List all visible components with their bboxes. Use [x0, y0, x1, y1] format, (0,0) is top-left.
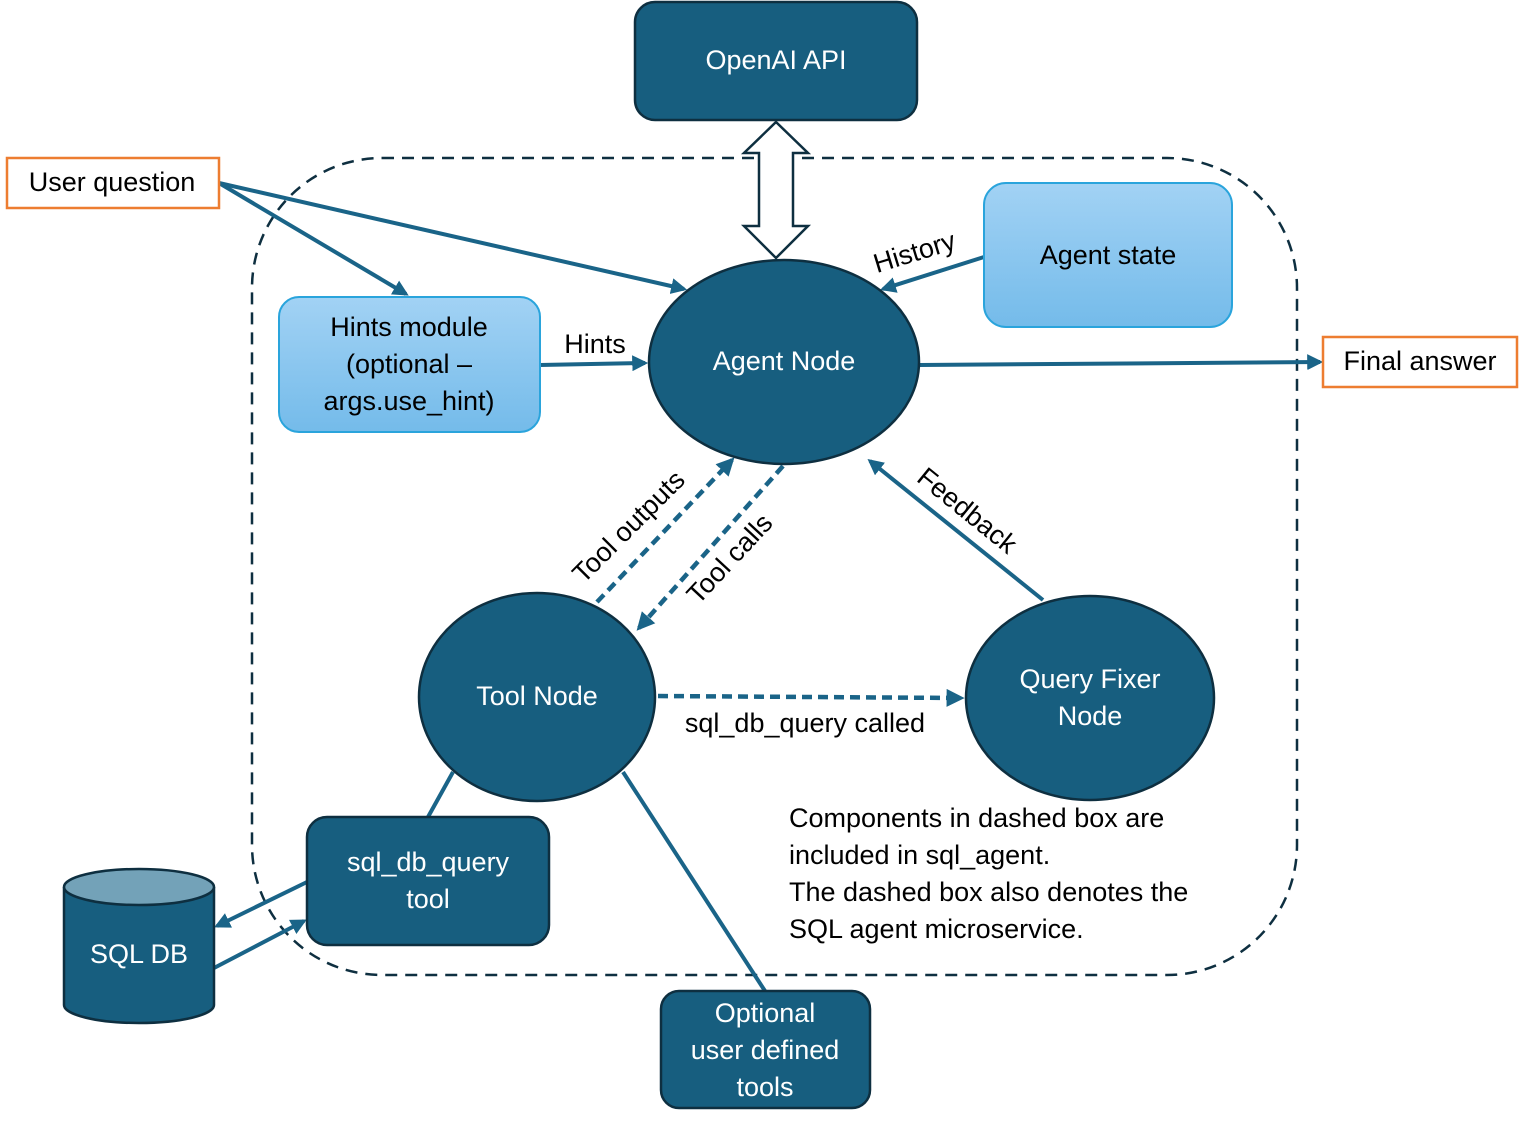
hints-module-box: Hints module (optional – args.use_hint): [278, 296, 541, 433]
edge-query-called: [657, 688, 965, 707]
final-answer-box: Final answer: [1321, 335, 1519, 389]
tool-node: Tool Node: [417, 591, 657, 803]
hints-module-line-2: (optional –: [346, 349, 472, 379]
sql-db-cylinder: SQL DB: [62, 867, 216, 1025]
note-line-2: included in sql_agent.: [789, 840, 1050, 870]
hints-module-line-1: Hints module: [330, 312, 488, 342]
edge-db-to-sqltool: [213, 919, 307, 970]
edge-agent-to-final: [919, 354, 1324, 371]
sql-agent-diagram: OpenAI API User question Final answer Hi…: [5, 0, 1519, 1110]
agent-node-label: Agent Node: [713, 346, 856, 376]
edge-hints-to-agent: [539, 355, 649, 372]
sql-db-label: SQL DB: [90, 939, 188, 969]
user-question-box: User question: [5, 156, 221, 210]
agent-state-box: Agent state: [983, 182, 1233, 328]
optional-tools-box: Optional user defined tools: [659, 989, 872, 1110]
optional-tools-line-2: user defined: [691, 1035, 840, 1065]
tool-node-label: Tool Node: [476, 681, 598, 711]
query-fixer-line-1: Query Fixer: [1019, 664, 1160, 694]
sql-tool-line-2: tool: [406, 884, 450, 914]
optional-tools-line-3: tools: [736, 1072, 793, 1102]
query-fixer-node: Query Fixer Node: [964, 594, 1216, 802]
agent-node: Agent Node: [647, 258, 921, 466]
edge-sqltool-to-db: [214, 880, 308, 928]
note-line-3: The dashed box also denotes the: [789, 877, 1188, 907]
edge-user-to-hints: [217, 181, 409, 296]
sql-tool-line-1: sql_db_query: [347, 847, 510, 877]
edge-tool-to-sqltool: [426, 771, 455, 818]
edge-tool-to-optional: [621, 770, 767, 993]
boundary-note: Components in dashed box are included in…: [789, 803, 1188, 944]
hints-module-line-3: args.use_hint): [323, 386, 494, 416]
note-line-1: Components in dashed box are: [789, 803, 1164, 833]
sql-db-query-tool-box: sql_db_query tool: [305, 815, 551, 947]
openai-api-box: OpenAI API: [633, 0, 919, 122]
edge-user-to-agent: [218, 181, 688, 294]
database-icon-top: [62, 867, 216, 907]
agent-state-label: Agent state: [1040, 240, 1177, 270]
optional-tools-line-1: Optional: [715, 998, 816, 1028]
final-answer-label: Final answer: [1343, 346, 1496, 376]
tool-outputs-edge-label: Tool outputs: [567, 465, 691, 589]
user-question-label: User question: [29, 167, 196, 197]
hints-edge-label: Hints: [564, 329, 626, 359]
bidirectional-arrow-icon: [740, 120, 812, 260]
note-line-4: SQL agent microservice.: [789, 914, 1084, 944]
query-fixer-line-2: Node: [1058, 701, 1123, 731]
openai-api-label: OpenAI API: [705, 45, 846, 75]
tool-calls-edge-label: Tool calls: [681, 508, 779, 610]
feedback-edge-label: Feedback: [912, 462, 1023, 560]
query-called-edge-label: sql_db_query called: [685, 708, 925, 738]
